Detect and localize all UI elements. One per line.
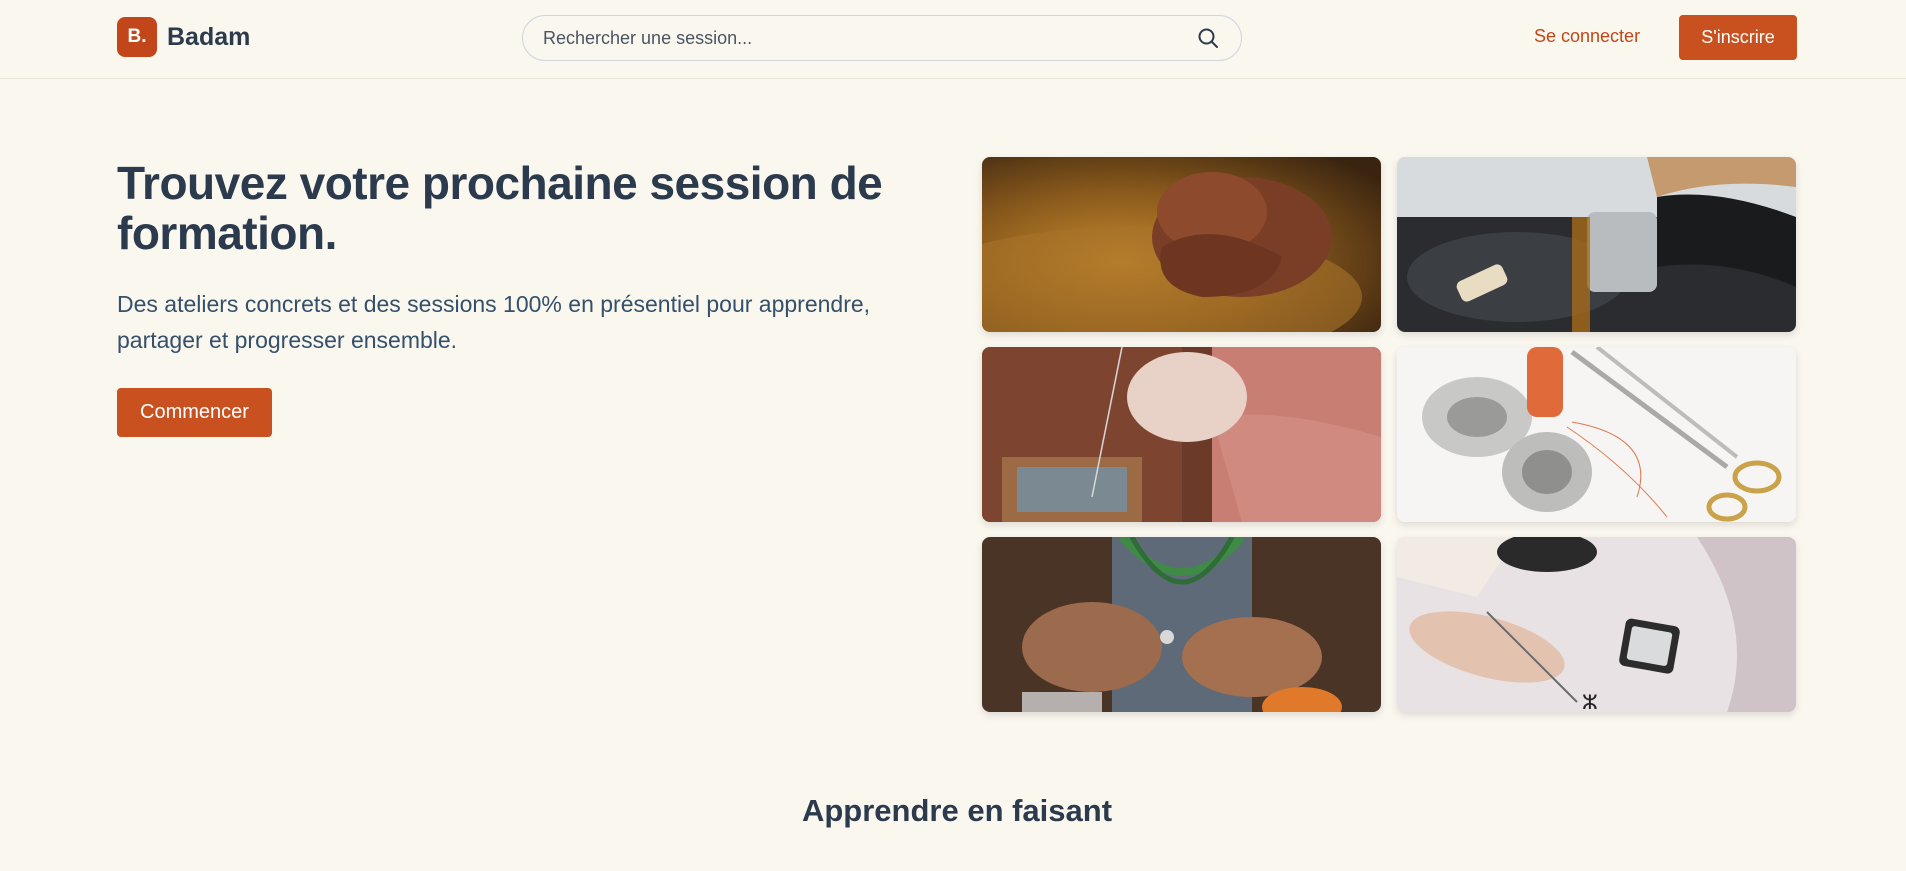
hero-title: Trouvez votre prochaine session de forma… bbox=[117, 157, 883, 259]
search-icon[interactable] bbox=[1195, 25, 1221, 51]
hero-subtitle: Des ateliers concrets et des sessions 10… bbox=[117, 291, 871, 353]
gallery-image-sewing-tools bbox=[1397, 347, 1796, 522]
login-link[interactable]: Se connecter bbox=[1534, 26, 1640, 47]
search-bar[interactable] bbox=[522, 15, 1242, 61]
gallery-image-fabric-painting: ⵣ bbox=[1397, 537, 1796, 712]
logo-mark: B. bbox=[117, 17, 157, 57]
start-button[interactable]: Commencer bbox=[117, 388, 272, 437]
site-header: B. Badam Se connecter S'inscrire bbox=[0, 0, 1906, 79]
gallery-image-beading bbox=[982, 347, 1381, 522]
gallery-image-engine bbox=[1397, 157, 1796, 332]
gallery-image-pottery bbox=[982, 157, 1381, 332]
section-title: Apprendre en faisant bbox=[801, 793, 1113, 828]
brand-name: Badam bbox=[167, 22, 251, 51]
brand-logo[interactable]: B. Badam bbox=[117, 17, 250, 57]
gallery-image-jewelry bbox=[982, 537, 1381, 712]
search-input[interactable] bbox=[543, 27, 1195, 49]
signup-button[interactable]: S'inscrire bbox=[1679, 15, 1797, 60]
svg-text:ⵣ: ⵣ bbox=[1582, 690, 1598, 712]
